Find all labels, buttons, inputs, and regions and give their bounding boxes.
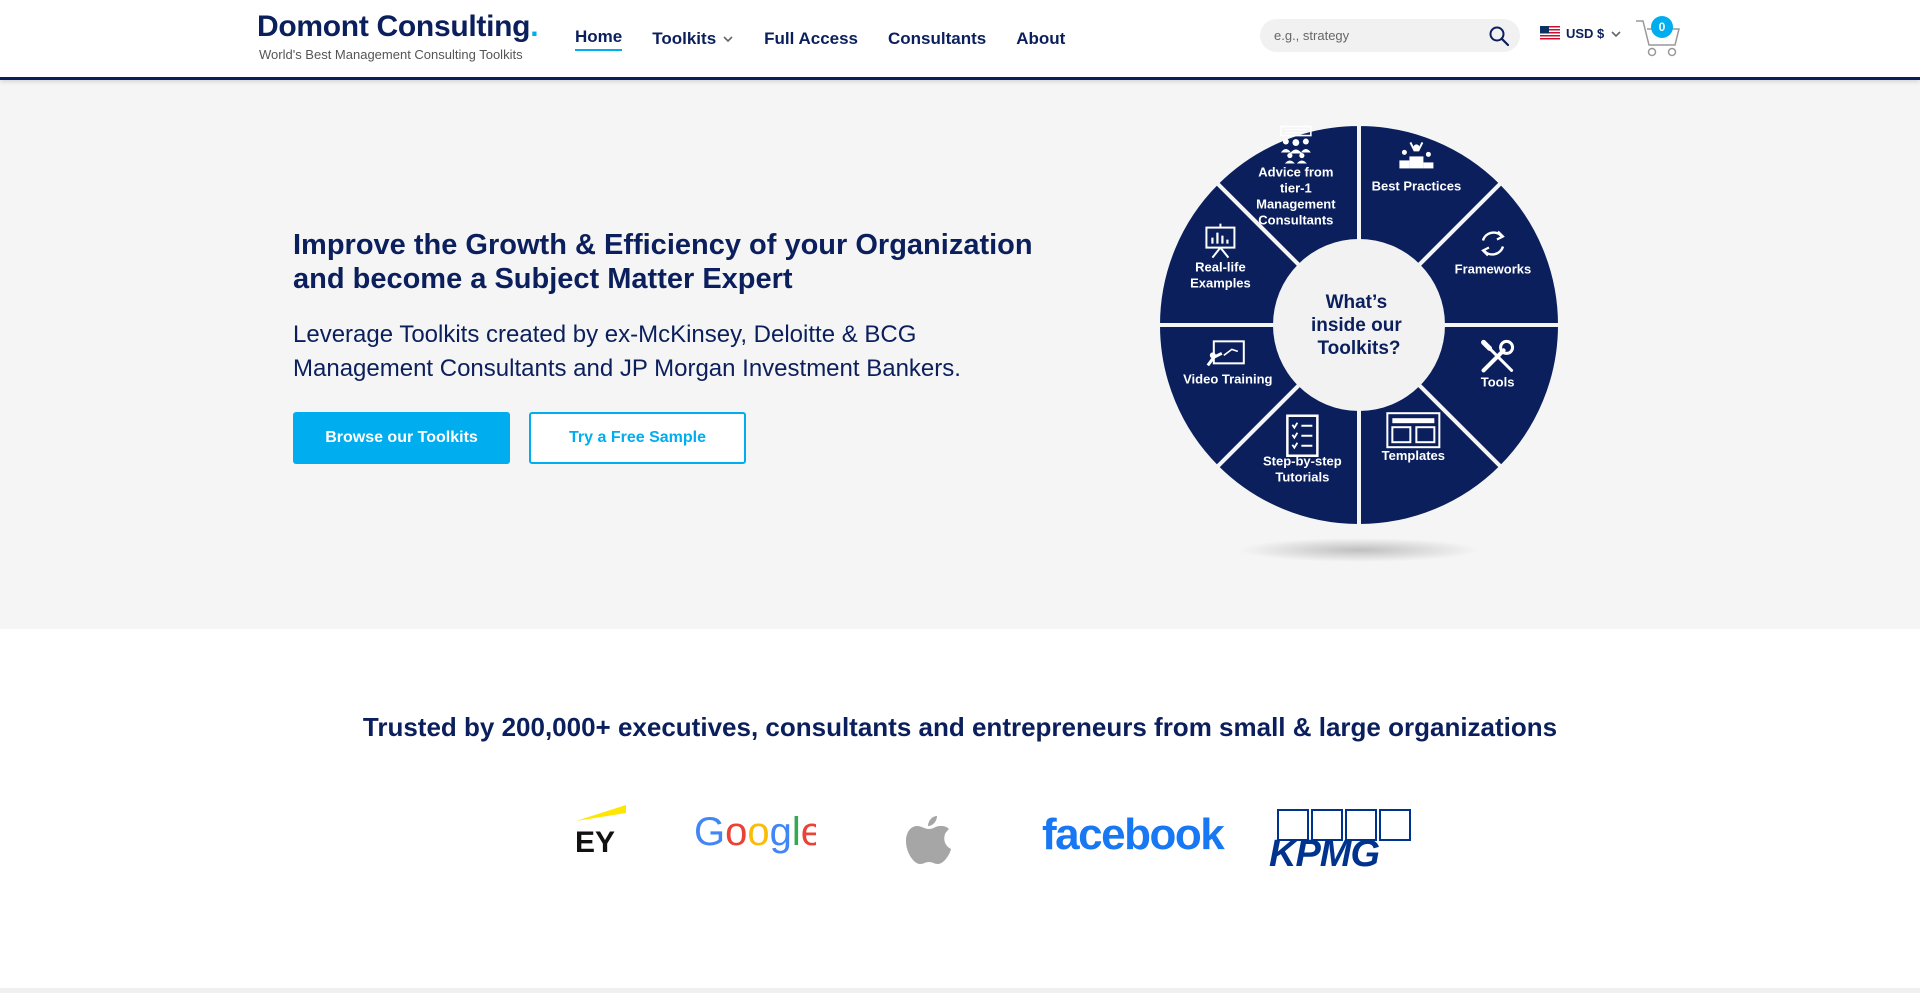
us-flag-icon [1540,26,1560,41]
client-logos: EY Google facebook KPMG [0,795,1920,875]
google-logo: Google [694,810,816,854]
svg-text:facebook: facebook [1042,810,1225,859]
main-nav: Home Toolkits Full Access Consultants Ab… [575,27,1065,51]
facebook-logo: facebook [1042,810,1226,859]
svg-text:KPMG: KPMG [1269,833,1379,871]
search-icon[interactable] [1488,25,1510,47]
wheel-segment-label: Tools [1481,374,1515,389]
wheel-segment-label: Best Practices [1372,178,1462,193]
wheel-segment-label: Real-life Examples [1190,260,1251,291]
chevron-down-icon [1611,30,1621,37]
nav-about[interactable]: About [1016,27,1065,51]
brand-tagline: World's Best Management Consulting Toolk… [259,47,523,62]
brand-logo[interactable]: Domont Consulting. World's Best Manageme… [257,10,539,62]
kpmg-logo: KPMG [1269,809,1411,871]
svg-text:EY: EY [575,826,615,855]
currency-selector[interactable]: USD $ [1540,26,1622,41]
free-sample-button[interactable]: Try a Free Sample [529,412,746,464]
wheel-segment-label: Advice from tier-1 Management Consultants [1256,165,1336,228]
search-input[interactable] [1260,28,1470,43]
wheel-segment-label: Templates [1382,448,1445,463]
footer-divider [0,988,1920,993]
browse-toolkits-button[interactable]: Browse our Toolkits [293,412,510,464]
ey-logo: EY [575,805,626,855]
hero-section: Improve the Growth & Efficiency of your … [0,80,1920,629]
trusted-heading: Trusted by 200,000+ executives, consulta… [362,712,1558,742]
wheel-segment-label: Frameworks [1455,262,1532,277]
apple-logo [906,816,951,864]
nav-full-access[interactable]: Full Access [764,27,858,51]
wheel-segment-label: Video Training [1183,371,1272,386]
nav-toolkits[interactable]: Toolkits [652,27,734,51]
hero-title: Improve the Growth & Efficiency of your … [293,229,1033,295]
chevron-down-icon [723,36,733,43]
toolkit-contents-wheel: Best PracticesFrameworksToolsTemplatesSt… [1158,122,1560,562]
search-bar [1260,19,1520,52]
wheel-shadow [1239,538,1479,562]
nav-consultants[interactable]: Consultants [888,27,986,51]
nav-home[interactable]: Home [575,27,623,51]
cart-count-badge: 0 [1651,16,1673,38]
site-header: Domont Consulting. World's Best Manageme… [0,0,1920,80]
hero-subtitle: Leverage Toolkits created by ex-McKinsey… [293,321,961,382]
google-wordmark: Google [694,810,816,854]
currency-label: USD $ [1566,26,1605,41]
brand-name: Domont Consulting. [257,10,539,43]
